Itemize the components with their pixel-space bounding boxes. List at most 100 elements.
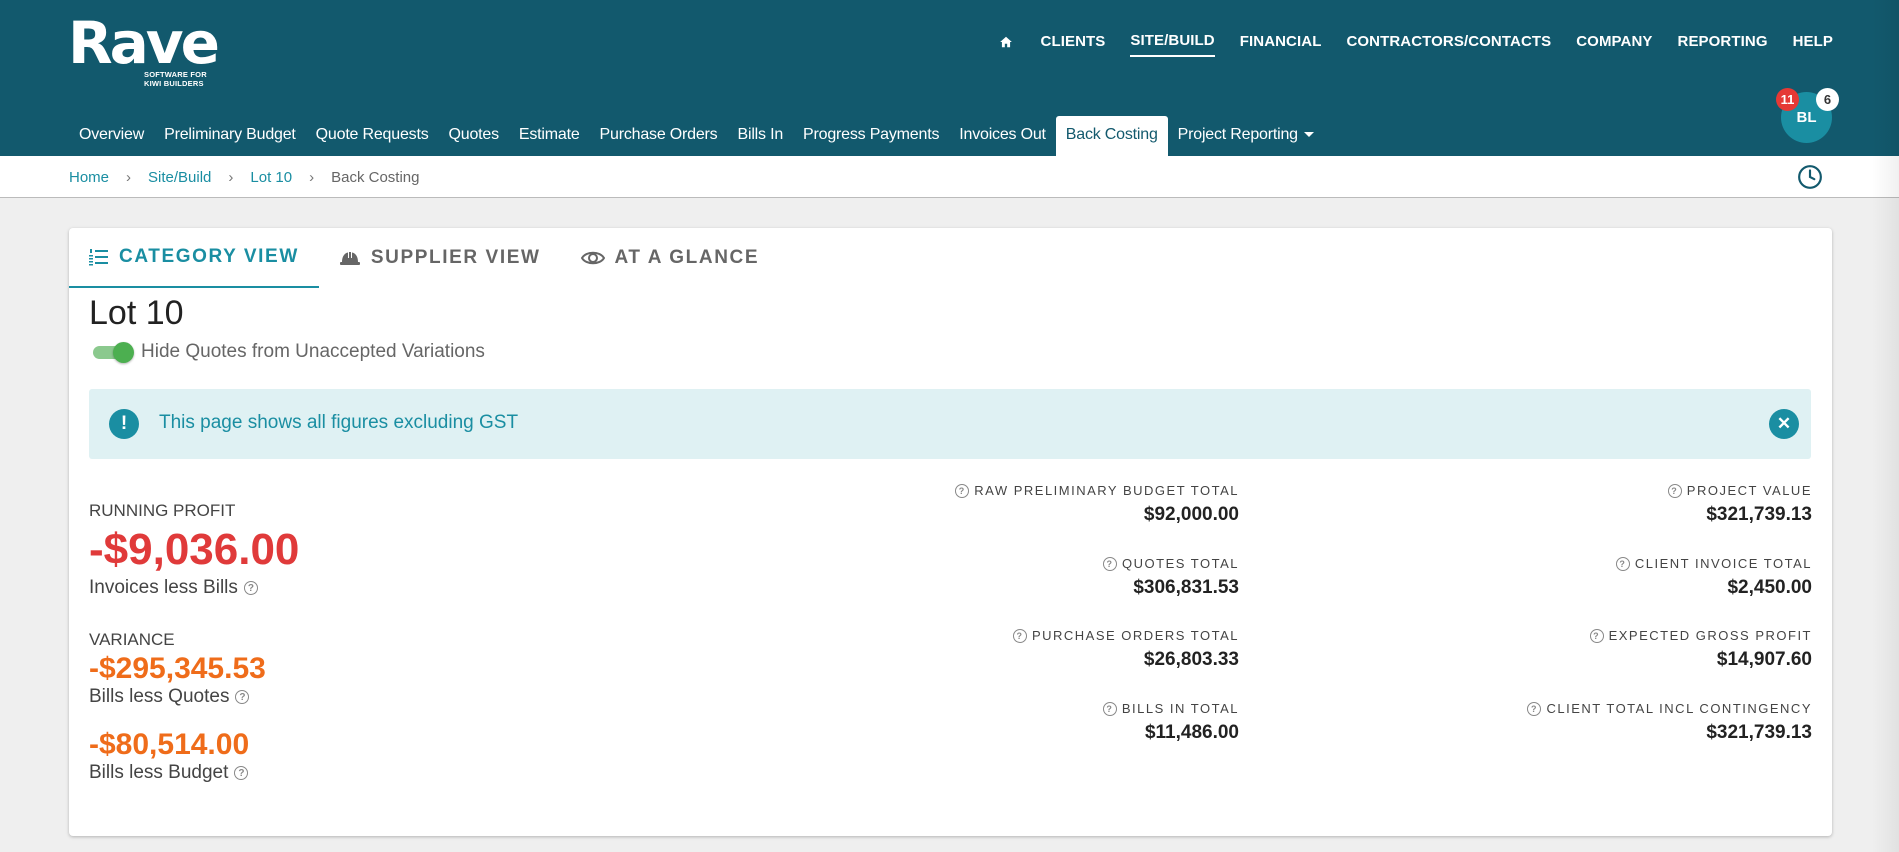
logo-tagline: SOFTWARE FOR KIWI BUILDERS [144, 70, 207, 88]
help-icon[interactable]: ? [234, 766, 249, 780]
topnav-site-build[interactable]: SITE/BUILD [1130, 32, 1215, 57]
message-badge[interactable]: 6 [1816, 88, 1839, 111]
clock-icon[interactable] [1797, 164, 1823, 190]
metric-label-text: CLIENT TOTAL INCL CONTINGENCY [1546, 701, 1812, 716]
topnav-contractors-contacts[interactable]: CONTRACTORS/CONTACTS [1346, 33, 1551, 56]
metric-value: $11,486.00 [1144, 722, 1239, 743]
help-icon[interactable]: ? [955, 483, 970, 498]
metric-label: ? CLIENT TOTAL INCL CONTINGENCY [1527, 701, 1812, 716]
page-title: Lot 10 [89, 294, 184, 332]
tab-category-view[interactable]: CATEGORY VIEW [69, 228, 319, 288]
metric-value: $2,450.00 [1727, 577, 1812, 598]
metric-label-text: PURCHASE ORDERS TOTAL [1031, 628, 1239, 643]
breadcrumb: Home › Site/Build › Lot 10 › Back Costin… [69, 169, 419, 186]
metric-value: $321,739.13 [1706, 722, 1812, 743]
help-icon[interactable]: ? [235, 690, 250, 704]
tab-invoices-out[interactable]: Invoices Out [949, 116, 1056, 156]
tab-supplier-view[interactable]: SUPPLIER VIEW [319, 228, 561, 288]
metric-value: $14,907.60 [1716, 649, 1812, 670]
topnav-financial[interactable]: FINANCIAL [1240, 33, 1322, 56]
eye-icon [580, 251, 605, 265]
metric-label-text: QUOTES TOTAL [1122, 556, 1239, 571]
metric-label-text: PROJECT VALUE [1686, 483, 1812, 498]
metric-bills-in-total: ? BILLS IN TOTAL $11,486.00 [1102, 701, 1239, 744]
tab-overview[interactable]: Overview [69, 116, 154, 156]
metric-purchase-orders-total: ? PURCHASE ORDERS TOTAL $26,803.33 [1012, 628, 1239, 671]
caret-down-icon [1303, 132, 1314, 138]
metric-value: $92,000.00 [1143, 504, 1239, 525]
tab-category-label: CATEGORY VIEW [119, 246, 299, 267]
metric-value: $26,803.33 [1143, 649, 1239, 670]
metric-client-invoice-total: ? CLIENT INVOICE TOTAL $2,450.00 [1615, 556, 1812, 599]
rave-logo[interactable]: Rave SOFTWARE FOR KIWI BUILDERS [68, 9, 220, 88]
breadcrumb-current: Back Costing [331, 169, 420, 186]
alert-text: This page shows all figures excluding GS… [159, 412, 519, 433]
help-icon[interactable]: ? [243, 581, 258, 595]
topnav-reporting[interactable]: REPORTING [1678, 33, 1768, 56]
tab-purchase-orders[interactable]: Purchase Orders [590, 116, 728, 156]
tab-supplier-label: SUPPLIER VIEW [370, 247, 541, 268]
topnav-clients[interactable]: CLIENTS [1041, 33, 1106, 56]
toggle-knob [113, 342, 134, 363]
help-icon[interactable]: ? [1012, 628, 1027, 643]
metric-expected-gross-profit: ? EXPECTED GROSS PROFIT $14,907.60 [1589, 628, 1812, 671]
help-icon[interactable]: ? [1615, 556, 1630, 571]
tab-bills-in[interactable]: Bills In [728, 116, 794, 156]
help-icon[interactable]: ? [1667, 483, 1682, 498]
topnav-company[interactable]: COMPANY [1576, 33, 1652, 56]
metric-label-text: RAW PRELIMINARY BUDGET TOTAL [974, 483, 1239, 498]
numbered-list-icon [89, 249, 108, 266]
tab-quote-requests[interactable]: Quote Requests [306, 116, 439, 156]
metric-label: ? CLIENT INVOICE TOTAL [1615, 556, 1812, 571]
hard-hat-icon [339, 252, 360, 265]
metric-client-total-contingency: ? CLIENT TOTAL INCL CONTINGENCY $321,739.… [1527, 701, 1812, 744]
metric-label: ? QUOTES TOTAL [1103, 556, 1239, 571]
top-nav: CLIENTS SITE/BUILD FINANCIAL CONTRACTORS… [996, 32, 1833, 57]
toggle-label: Hide Quotes from Unaccepted Variations [141, 341, 485, 362]
running-profit-sub-text: Invoices less Bills [89, 577, 238, 598]
help-icon[interactable]: ? [1102, 701, 1117, 716]
running-profit-block: RUNNING PROFIT -$9,036.00 Invoices less … [89, 501, 299, 599]
metric-label: ? PROJECT VALUE [1667, 483, 1812, 498]
tab-quotes[interactable]: Quotes [439, 116, 509, 156]
metric-raw-budget: ? RAW PRELIMINARY BUDGET TOTAL $92,000.00 [955, 483, 1239, 526]
metric-label: ? RAW PRELIMINARY BUDGET TOTAL [955, 483, 1239, 498]
tab-at-a-glance[interactable]: AT A GLANCE [561, 228, 780, 288]
metric-label-text: CLIENT INVOICE TOTAL [1634, 556, 1812, 571]
breadcrumb-site-build[interactable]: Site/Build [148, 169, 211, 186]
tab-back-costing[interactable]: Back Costing [1055, 116, 1168, 156]
running-profit-label: RUNNING PROFIT [89, 501, 236, 520]
sub-nav: Overview Preliminary Budget Quote Reques… [69, 116, 1324, 156]
logo-wordmark: Rave [68, 9, 220, 77]
variance-quotes-value: -$295,345.53 [89, 652, 266, 685]
variance-budget-sub: Bills less Budget? [89, 762, 266, 784]
back-costing-card: CATEGORY VIEW SUPPLIER VIEW AT A GLANCE … [69, 228, 1832, 836]
gst-info-alert: ! This page shows all figures excluding … [89, 389, 1811, 459]
breadcrumb-home[interactable]: Home [69, 169, 109, 186]
home-icon[interactable] [996, 35, 1016, 55]
tab-preliminary-budget[interactable]: Preliminary Budget [154, 116, 306, 156]
variance-budget-sub-text: Bills less Budget [89, 762, 229, 783]
breadcrumb-bar: Home › Site/Build › Lot 10 › Back Costin… [0, 156, 1899, 198]
help-icon[interactable]: ? [1589, 628, 1604, 643]
info-exclamation-icon: ! [109, 409, 139, 439]
tab-estimate[interactable]: Estimate [509, 116, 590, 156]
tab-glance-label: AT A GLANCE [614, 247, 760, 268]
tab-progress-payments[interactable]: Progress Payments [793, 116, 949, 156]
variance-quotes-sub-text: Bills less Quotes [89, 686, 230, 707]
running-profit-value: -$9,036.00 [89, 525, 300, 574]
notification-badge[interactable]: 11 [1776, 88, 1799, 111]
hide-quotes-toggle[interactable] [91, 341, 134, 363]
variance-quotes-sub: Bills less Quotes? [89, 686, 266, 708]
close-alert-button[interactable]: ✕ [1769, 409, 1799, 439]
chevron-right-icon: › [228, 169, 234, 186]
metric-label-text: EXPECTED GROSS PROFIT [1608, 628, 1812, 643]
variance-budget-value: -$80,514.00 [89, 728, 250, 761]
help-icon[interactable]: ? [1103, 556, 1118, 571]
tab-project-reporting[interactable]: Project Reporting [1168, 116, 1324, 156]
help-icon[interactable]: ? [1527, 701, 1542, 716]
app-header: Rave SOFTWARE FOR KIWI BUILDERS CLIENTS … [0, 0, 1899, 156]
topnav-help[interactable]: HELP [1793, 33, 1833, 56]
breadcrumb-lot[interactable]: Lot 10 [250, 169, 292, 186]
metric-value: $306,831.53 [1133, 577, 1239, 598]
